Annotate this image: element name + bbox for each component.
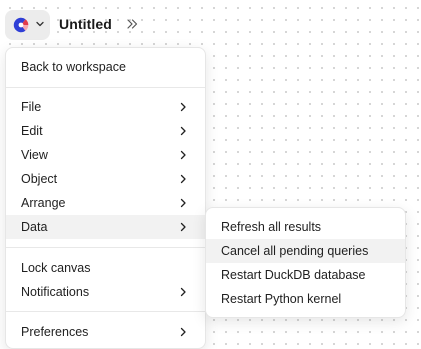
submenu-item-restart-python-kernel[interactable]: Restart Python kernel [206, 287, 405, 311]
submenu-item-refresh-all-results[interactable]: Refresh all results [206, 215, 405, 239]
submenu-item-label: Refresh all results [221, 220, 322, 234]
menu-item-label: View [21, 148, 48, 162]
submenu-item-cancel-all-pending-queries[interactable]: Cancel all pending queries [206, 239, 405, 263]
menu-item-label: Arrange [21, 196, 66, 210]
menu-item-view[interactable]: View [6, 143, 205, 167]
menu-item-notifications[interactable]: Notifications [6, 280, 205, 304]
menu-item-lock-canvas[interactable]: Lock canvas [6, 256, 205, 280]
app-logo-icon [12, 16, 30, 34]
app-menu-button[interactable] [5, 10, 50, 40]
chevron-right-icon [179, 174, 187, 184]
menu-item-back-to-workspace[interactable]: Back to workspace [6, 55, 205, 79]
menu-item-data[interactable]: Data [6, 215, 205, 239]
menu-item-label: Lock canvas [21, 261, 91, 275]
menu-item-label: Data [21, 220, 48, 234]
double-chevron-right-icon[interactable] [125, 17, 139, 31]
menu-divider [6, 247, 205, 248]
menu-item-label: File [21, 100, 42, 114]
menu-item-label: Notifications [21, 285, 90, 299]
chevron-right-icon [179, 287, 187, 297]
menu-item-arrange[interactable]: Arrange [6, 191, 205, 215]
chevron-right-icon [179, 102, 187, 112]
submenu-item-restart-duckdb-database[interactable]: Restart DuckDB database [206, 263, 405, 287]
chevron-right-icon [179, 150, 187, 160]
menu-item-edit[interactable]: Edit [6, 119, 205, 143]
chevron-right-icon [179, 222, 187, 232]
menu-divider [6, 87, 205, 88]
menu-item-label: Back to workspace [21, 60, 126, 74]
top-bar: Untitled [0, 0, 421, 48]
submenu-item-label: Restart DuckDB database [221, 268, 366, 282]
menu-divider [6, 311, 205, 312]
chevron-right-icon [179, 126, 187, 136]
chevron-right-icon [179, 198, 187, 208]
data-submenu: Refresh all results Cancel all pending q… [205, 207, 406, 318]
main-menu: Back to workspace File Edit View Object … [5, 47, 206, 349]
document-title[interactable]: Untitled [59, 16, 112, 32]
menu-item-object[interactable]: Object [6, 167, 205, 191]
menu-item-file[interactable]: File [6, 95, 205, 119]
submenu-item-label: Restart Python kernel [221, 292, 342, 306]
chevron-down-icon [35, 19, 45, 29]
menu-item-label: Object [21, 172, 58, 186]
submenu-item-label: Cancel all pending queries [221, 244, 369, 258]
menu-item-label: Preferences [21, 325, 89, 339]
menu-item-label: Edit [21, 124, 43, 138]
menu-item-preferences[interactable]: Preferences [6, 320, 205, 344]
